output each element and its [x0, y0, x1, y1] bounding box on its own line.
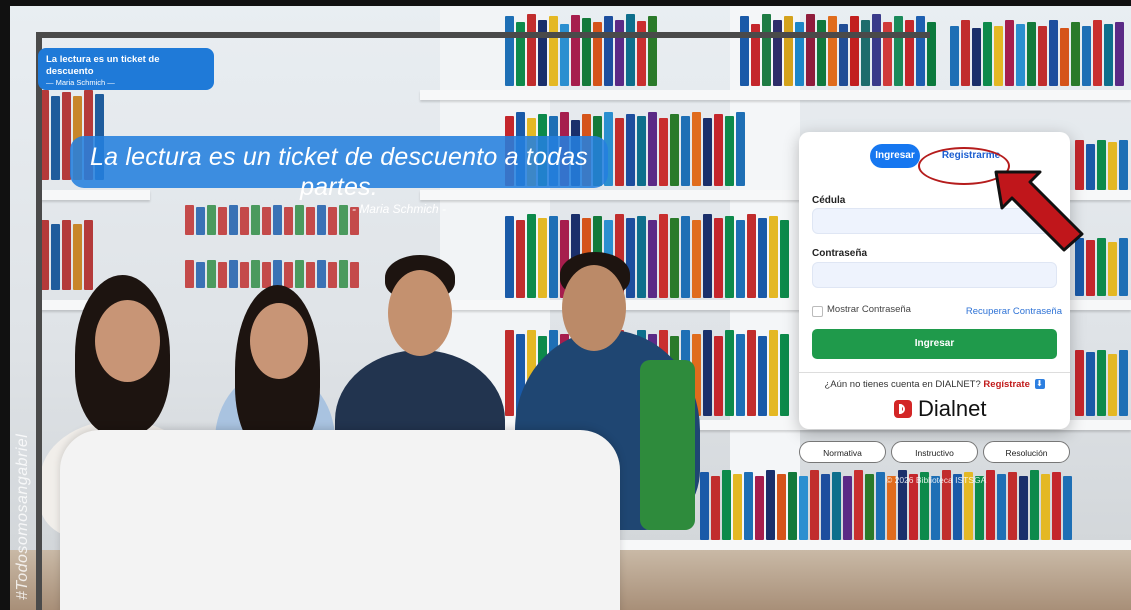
quote-banner-text: La lectura es un ticket de descuento a t…	[89, 143, 588, 201]
document-links: Normativa Instructivo Resolución	[799, 441, 1070, 463]
quote-banner: La lectura es un ticket de descuento a t…	[70, 136, 608, 216]
download-icon: ⬇	[1034, 379, 1045, 390]
show-password-checkbox[interactable]	[812, 306, 823, 317]
login-button[interactable]: Ingresar	[812, 329, 1057, 359]
frame-top-bar	[36, 32, 930, 38]
quote-card-author: — Maria Schmich —	[46, 78, 115, 87]
password-input[interactable]	[812, 262, 1057, 288]
instructivo-button[interactable]: Instructivo	[891, 441, 978, 463]
quote-card-text: La lectura es un ticket de descuento	[46, 54, 160, 77]
dialnet-question: ¿Aún no tienes cuenta en DIALNET?	[824, 379, 981, 390]
divider	[799, 372, 1070, 373]
dialnet-logo-icon	[894, 400, 912, 418]
copyright-text: © 2026 Biblioteca ISTSGA	[886, 475, 987, 485]
top-border	[0, 0, 1131, 6]
dialnet-logo[interactable]: Dialnet	[894, 394, 986, 424]
id-label: Cédula	[812, 195, 846, 206]
dialnet-prompt: ¿Aún no tienes cuenta en DIALNET? Regíst…	[799, 379, 1070, 390]
normativa-button[interactable]: Normativa	[799, 441, 886, 463]
quote-card: La lectura es un ticket de descuento — M…	[38, 48, 214, 90]
hashtag-watermark: #Todosomosangabriel	[14, 433, 31, 600]
tab-login[interactable]: Ingresar	[870, 144, 920, 168]
quote-banner-author: - Maria Schmich -	[351, 202, 446, 216]
show-password-label[interactable]: Mostrar Contraseña	[827, 304, 911, 315]
show-password-row: Mostrar Contraseña Recuperar Contraseña	[812, 304, 1062, 320]
resolucion-button[interactable]: Resolución	[983, 441, 1070, 463]
recover-password-link[interactable]: Recuperar Contraseña	[966, 306, 1062, 317]
red-arrow-icon	[994, 170, 1084, 252]
password-label: Contraseña	[812, 248, 868, 259]
left-border	[0, 0, 10, 610]
dialnet-register-link[interactable]: Regístrate	[983, 379, 1029, 390]
auth-tabs: Ingresar Registrarme	[799, 140, 1070, 185]
dialnet-logo-text: Dialnet	[918, 396, 987, 421]
page: La lectura es un ticket de descuento — M…	[0, 0, 1131, 610]
